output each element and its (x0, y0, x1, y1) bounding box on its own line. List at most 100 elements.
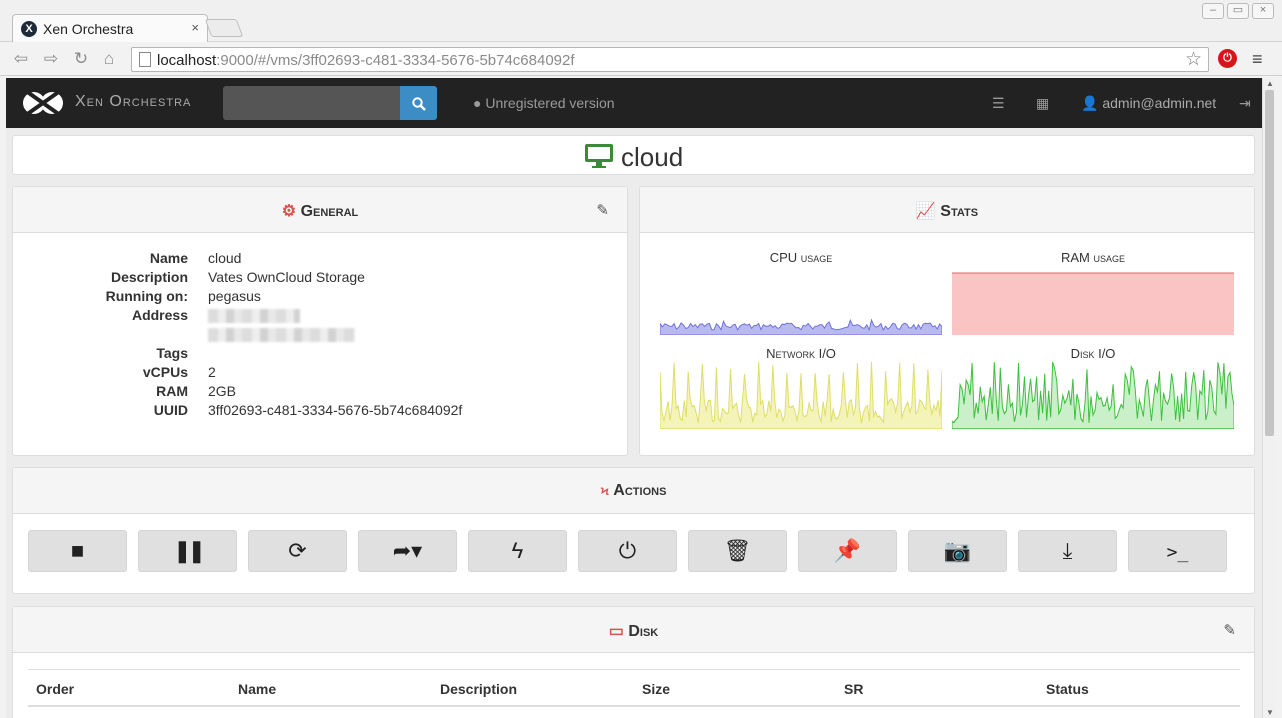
info-icon: ● (473, 95, 482, 111)
general-header: ⚙ General ✎ (13, 187, 627, 233)
user-icon: 👤 (1081, 95, 1099, 111)
disk-card: ▭ Disk ✎ Order Name Description Size SR Statu… (12, 606, 1255, 718)
value-description: Vates OwnCloud Storage (208, 269, 365, 285)
column-order[interactable]: Order (36, 681, 74, 697)
brand-name[interactable]: Xen Orchestra (75, 93, 191, 111)
minimize-icon[interactable]: – (1202, 3, 1224, 19)
list-icon[interactable]: ☰ (992, 95, 1005, 112)
console-icon: >_ (1166, 542, 1189, 563)
label-address: Address (131, 307, 188, 323)
value-address-redacted (208, 309, 300, 328)
actions-title-text: Actions (613, 482, 667, 499)
label-running-on: Running on: (105, 288, 188, 304)
general-labels: Name Description Running on: Address Tag… (13, 249, 188, 429)
tab-title: Xen Orchestra (43, 21, 134, 37)
table-header-divider (28, 705, 1240, 707)
vm-title: cloud (13, 142, 1254, 173)
browser-menu-icon[interactable]: ≡ (1252, 49, 1263, 70)
grid-icon[interactable]: ▦ (1036, 95, 1049, 112)
value-ram: 2GB (208, 383, 237, 399)
value-running-on-link[interactable]: pegasus (208, 287, 261, 306)
action-button-restart[interactable]: ⟳ (248, 530, 347, 572)
tab-close-icon[interactable]: × (191, 20, 199, 35)
vm-title-card: cloud (12, 135, 1255, 175)
extension-icon[interactable]: ⏻ (1218, 49, 1237, 68)
general-title: ⚙ General (282, 201, 358, 221)
new-tab-button[interactable] (204, 19, 244, 37)
action-button-force[interactable]: ϟ (468, 530, 567, 572)
cpu-usage-chart (660, 318, 942, 335)
browser-toolbar: ⇦ ⇨ ↻ ⌂ localhost:9000/#/vms/3ff02693-c4… (0, 42, 1282, 76)
column-description[interactable]: Description (440, 681, 517, 697)
edit-disk-icon[interactable]: ✎ (1223, 621, 1236, 639)
search-button[interactable] (400, 86, 437, 120)
column-size[interactable]: Size (642, 681, 670, 697)
disk-header: ▭ Disk ✎ (13, 607, 1254, 653)
browser-tab[interactable]: X Xen Orchestra × (12, 14, 208, 42)
label-name: Name (149, 250, 188, 266)
edit-general-icon[interactable]: ✎ (596, 201, 609, 219)
gears-icon: ⚙ (281, 203, 297, 220)
logout-icon[interactable]: ⇥ (1239, 95, 1251, 112)
column-sr[interactable]: SR (844, 681, 863, 697)
action-button-stop[interactable]: ■ (28, 530, 127, 572)
action-button-power[interactable]: ⏻ (578, 530, 677, 572)
scroll-up-icon[interactable]: ▲ (1266, 79, 1274, 88)
power-icon: ⏻ (618, 538, 637, 563)
value-address-redacted-2 (208, 328, 355, 347)
general-values: cloud Vates OwnCloud Storage pegasus 2 2… (208, 249, 608, 429)
url-host: localhost (157, 52, 217, 69)
migrate-icon: ➦▾ (392, 538, 423, 563)
pin-icon: 📌 (833, 538, 862, 563)
user-email: admin@admin.net (1102, 95, 1217, 111)
unregistered-notice: ● Unregistered version (473, 95, 615, 111)
stats-header: 📈 Stats (640, 187, 1254, 233)
disk-title: ▭ Disk (609, 621, 658, 641)
search-icon (411, 97, 426, 112)
ram-usage-area (952, 273, 1234, 335)
action-button-pin[interactable]: 📌 (798, 530, 897, 572)
action-button-console[interactable]: >_ (1128, 530, 1227, 572)
actions-card: ϟ Actions ■ ❚❚ ⟳ ➦▾ ϟ ⏻ 🗑 📌 📷 ⤓ >_ (12, 467, 1255, 594)
forward-icon[interactable]: ⇨ (40, 49, 62, 69)
action-button-pause[interactable]: ❚❚ (138, 530, 237, 572)
scroll-down-icon[interactable]: ▼ (1266, 708, 1274, 717)
back-icon[interactable]: ⇦ (10, 49, 32, 69)
page-scrollbar[interactable]: ▲ ▼ (1262, 78, 1276, 718)
reload-icon[interactable]: ↻ (70, 49, 92, 69)
trash-icon: 🗑 (723, 538, 752, 563)
value-uuid: 3ff02693-c481-3334-5676-5b74c684092f (208, 402, 463, 418)
network-io-series (660, 361, 942, 429)
xo-logo-icon[interactable] (22, 87, 64, 119)
column-status[interactable]: Status (1046, 681, 1089, 697)
browser-window: X Xen Orchestra × – ▭ × ⇦ ⇨ ↻ ⌂ localhos… (0, 0, 1282, 718)
search-input[interactable] (223, 86, 400, 120)
action-button-migrate[interactable]: ➦▾ (358, 530, 457, 572)
actions-title: ϟ Actions (601, 482, 667, 500)
bookmark-star-icon[interactable]: ☆ (1185, 48, 1202, 71)
actions-header: ϟ Actions (13, 468, 1254, 514)
action-button-download[interactable]: ⤓ (1018, 530, 1117, 572)
column-name[interactable]: Name (238, 681, 276, 697)
xo-navbar: Xen Orchestra ● Unregistered version ☰ ▦… (6, 78, 1262, 128)
home-icon[interactable]: ⌂ (98, 49, 120, 69)
label-tags: Tags (156, 345, 188, 361)
address-bar[interactable]: localhost:9000/#/vms/3ff02693-c481-3334-… (131, 47, 1209, 72)
general-title-text: General (300, 203, 359, 220)
pause-icon: ❚❚ (173, 538, 206, 563)
close-window-icon[interactable]: × (1252, 3, 1274, 19)
action-button-trash[interactable]: 🗑 (688, 530, 787, 572)
label-uuid: UUID (153, 402, 188, 418)
action-button-camera[interactable]: 📷 (908, 530, 1007, 572)
vm-name: cloud (621, 142, 684, 172)
page-icon (139, 52, 151, 67)
tab-bar: X Xen Orchestra × – ▭ × (0, 0, 1282, 42)
page-viewport: Xen Orchestra ● Unregistered version ☰ ▦… (6, 78, 1262, 718)
label-vcpus: vCPUs (142, 364, 188, 380)
user-menu[interactable]: 👤 admin@admin.net (1081, 95, 1216, 112)
url-path: :9000/#/vms/3ff02693-c481-3334-5676-5b74… (216, 52, 575, 69)
general-card: ⚙ General ✎ Name Description Running on:… (12, 186, 628, 456)
scroll-thumb[interactable] (1265, 90, 1274, 436)
force-icon: ϟ (511, 538, 524, 563)
maximize-icon[interactable]: ▭ (1227, 3, 1249, 19)
